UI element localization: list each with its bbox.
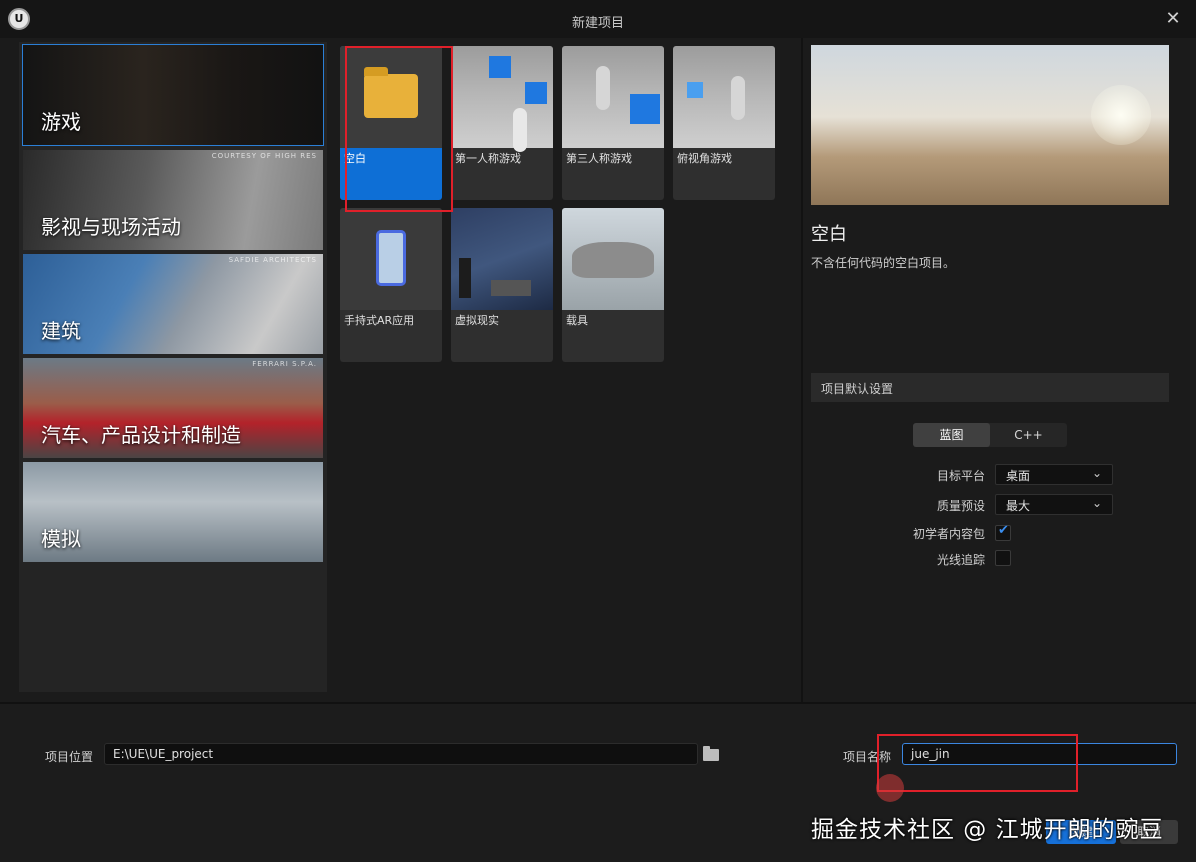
character-icon <box>596 66 610 110</box>
chevron-down-icon: ⌄ <box>1091 466 1102 480</box>
category-simulation[interactable]: 模拟 <box>23 462 323 562</box>
project-defaults-header[interactable]: 项目默认设置 <box>811 373 1169 402</box>
starter-content-checkbox[interactable]: ✔ <box>995 523 1011 541</box>
template-thumbnail <box>562 46 664 148</box>
target-platform-value: 桌面 <box>1006 469 1031 483</box>
language-toggle: 蓝图 C++ <box>913 423 1067 447</box>
category-label: 汽车、产品设计和制造 <box>41 423 241 447</box>
template-third-person[interactable]: 第三人称游戏 <box>562 46 664 200</box>
category-credit: SAFDIE ARCHITECTS <box>228 256 317 264</box>
quality-preset-select[interactable]: 最大 ⌄ <box>995 494 1113 515</box>
cursor-indicator <box>876 774 904 802</box>
template-label: 第一人称游戏 <box>455 152 521 165</box>
pillar-icon <box>459 258 471 298</box>
raytracing-label: 光线追踪 <box>936 553 985 567</box>
browse-folder-icon[interactable] <box>703 746 719 761</box>
cpp-option[interactable]: C++ <box>990 423 1067 447</box>
car-icon <box>572 242 654 278</box>
template-first-person[interactable]: 第一人称游戏 <box>451 46 553 200</box>
category-credit: COURTESY OF HIGH RES <box>211 152 317 160</box>
project-location-label: 项目位置 <box>45 750 94 764</box>
weapon-icon <box>513 108 527 152</box>
starter-content-label: 初学者内容包 <box>912 527 985 541</box>
controller-icon <box>491 280 531 296</box>
quality-preset-label: 质量预设 <box>936 499 985 513</box>
category-label: 建筑 <box>41 319 81 343</box>
sun-glow <box>1091 85 1151 145</box>
template-top-down[interactable]: 俯视角游戏 <box>673 46 775 200</box>
category-label: 影视与现场活动 <box>41 215 181 239</box>
template-thumbnail <box>340 208 442 310</box>
template-virtual-reality[interactable]: 虚拟现实 <box>451 208 553 362</box>
project-name-label: 项目名称 <box>843 750 892 764</box>
template-label: 第三人称游戏 <box>566 152 632 165</box>
chevron-down-icon: ⌄ <box>1091 496 1102 510</box>
phone-icon <box>376 230 406 286</box>
category-games[interactable]: 游戏 <box>22 44 324 146</box>
template-thumbnail <box>451 208 553 310</box>
category-architecture[interactable]: SAFDIE ARCHITECTS 建筑 <box>23 254 323 354</box>
template-thumbnail <box>562 208 664 310</box>
template-vehicle[interactable]: 载具 <box>562 208 664 362</box>
template-blank[interactable]: 空白 <box>340 46 442 200</box>
cube-icon <box>489 56 511 78</box>
category-automotive[interactable]: FERRARI S.P.A. 汽车、产品设计和制造 <box>23 358 323 458</box>
window-title: 新建项目 <box>571 16 624 31</box>
template-label: 空白 <box>344 152 366 165</box>
character-icon <box>731 76 745 120</box>
template-description: 不含任何代码的空白项目。 <box>811 256 956 270</box>
title-bar: U 新建项目 ✕ <box>0 0 1196 38</box>
category-label: 游戏 <box>41 110 81 134</box>
blueprint-option[interactable]: 蓝图 <box>913 423 990 447</box>
cube-icon <box>630 94 660 124</box>
template-thumbnail <box>673 46 775 148</box>
target-platform-select[interactable]: 桌面 ⌄ <box>995 464 1113 485</box>
category-film-live-events[interactable]: COURTESY OF HIGH RES 影视与现场活动 <box>23 150 323 250</box>
cube-icon <box>525 82 547 104</box>
template-label: 载具 <box>566 314 588 327</box>
template-thumbnail <box>340 46 442 148</box>
watermark: 掘金技术社区 @ 江城开朗的豌豆 <box>811 817 1164 843</box>
project-location-input[interactable]: E:\UE\UE_project <box>104 743 698 765</box>
template-label: 俯视角游戏 <box>677 152 732 165</box>
folder-icon <box>364 67 418 118</box>
template-preview-image <box>811 45 1169 205</box>
category-panel: 游戏 COURTESY OF HIGH RES 影视与现场活动 SAFDIE A… <box>19 42 327 692</box>
template-label: 手持式AR应用 <box>344 314 415 327</box>
project-name-input[interactable]: jue_jin <box>902 743 1177 765</box>
template-thumbnail <box>451 46 553 152</box>
raytracing-checkbox[interactable] <box>995 550 1011 566</box>
arrow-icon <box>687 82 703 98</box>
category-credit: FERRARI S.P.A. <box>252 360 317 368</box>
quality-preset-value: 最大 <box>1006 499 1031 513</box>
category-label: 模拟 <box>41 527 81 551</box>
target-platform-label: 目标平台 <box>936 469 985 483</box>
main-area: 游戏 COURTESY OF HIGH RES 影视与现场活动 SAFDIE A… <box>0 38 1196 702</box>
template-title: 空白 <box>811 224 847 245</box>
panel-divider <box>801 38 803 702</box>
close-button[interactable]: ✕ <box>1164 10 1182 28</box>
template-label: 虚拟现实 <box>455 314 499 327</box>
checkmark-icon: ✔ <box>998 523 1009 538</box>
bottom-bar: 项目位置 E:\UE\UE_project 项目名称 jue_jin 创建 取消… <box>0 702 1196 862</box>
template-handheld-ar[interactable]: 手持式AR应用 <box>340 208 442 362</box>
